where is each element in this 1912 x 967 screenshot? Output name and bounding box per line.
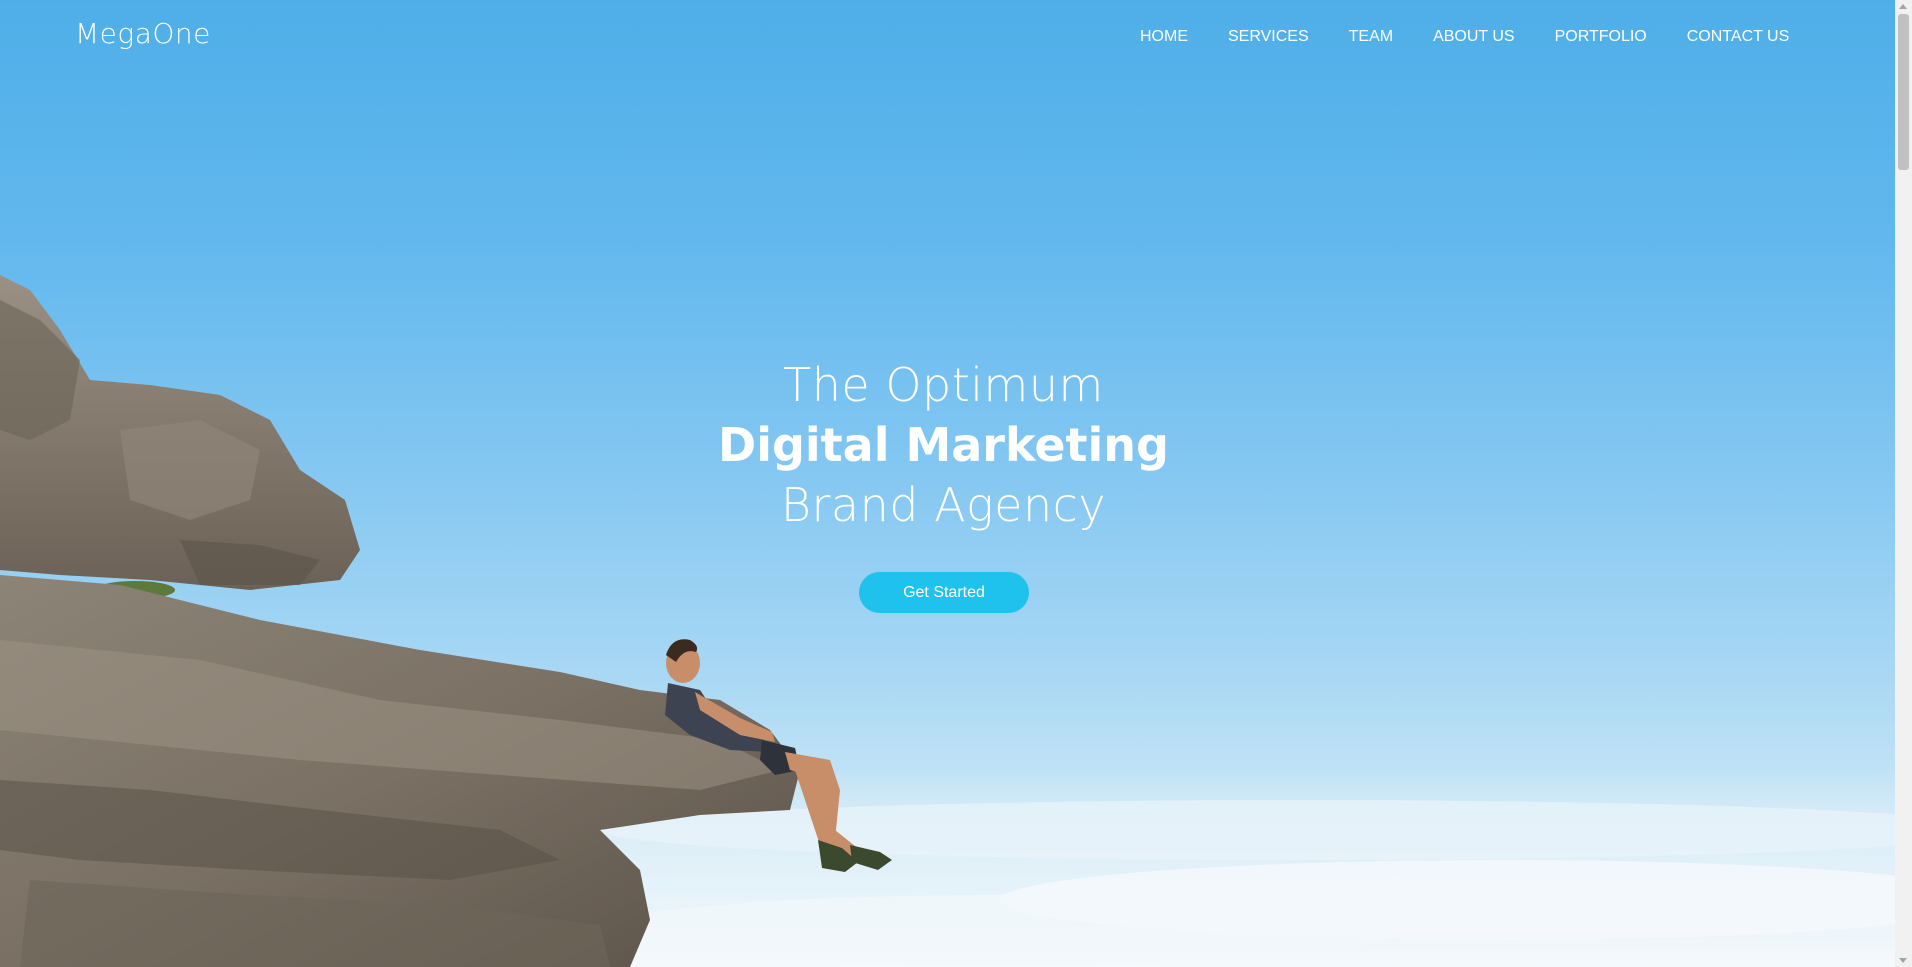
page: MegaOne HOME SERVICES TEAM ABOUT US PORT… bbox=[0, 0, 1912, 967]
hero-headline-line2: Digital Marketing bbox=[718, 418, 1169, 472]
scroll-down-arrow-icon[interactable] bbox=[1899, 958, 1907, 963]
scrollbar-thumb[interactable] bbox=[1898, 14, 1909, 170]
scroll-up-arrow-icon[interactable] bbox=[1899, 4, 1907, 9]
nav-item-team[interactable]: TEAM bbox=[1349, 28, 1393, 46]
hero-headline: The Optimum Digital Marketing Brand Agen… bbox=[0, 355, 1887, 535]
get-started-button[interactable]: Get Started bbox=[859, 572, 1029, 613]
brand-logo[interactable]: MegaOne bbox=[75, 17, 211, 50]
main-nav: HOME SERVICES TEAM ABOUT US PORTFOLIO CO… bbox=[1140, 28, 1789, 46]
nav-item-services[interactable]: SERVICES bbox=[1228, 28, 1309, 46]
nav-item-home[interactable]: HOME bbox=[1140, 28, 1188, 46]
vertical-scrollbar[interactable] bbox=[1895, 0, 1912, 967]
hero-headline-line1: The Optimum bbox=[783, 358, 1104, 412]
nav-item-portfolio[interactable]: PORTFOLIO bbox=[1555, 28, 1647, 46]
nav-item-contact-us[interactable]: CONTACT US bbox=[1687, 28, 1790, 46]
nav-item-about-us[interactable]: ABOUT US bbox=[1433, 28, 1515, 46]
hero-section: MegaOne HOME SERVICES TEAM ABOUT US PORT… bbox=[0, 0, 1895, 967]
hero-headline-line3: Brand Agency bbox=[780, 478, 1107, 532]
